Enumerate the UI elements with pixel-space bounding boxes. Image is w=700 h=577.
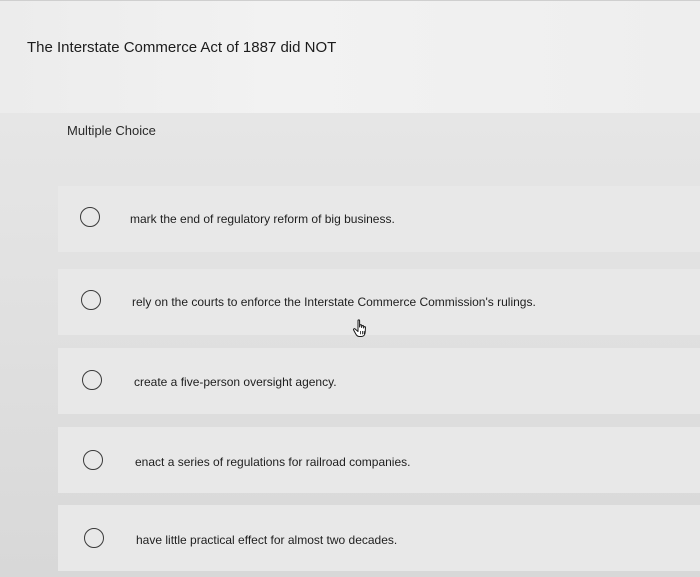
answer-option-label: rely on the courts to enforce the Inters… (132, 295, 536, 309)
radio-button[interactable] (83, 450, 103, 470)
quiz-page: The Interstate Commerce Act of 1887 did … (0, 0, 700, 577)
answer-option[interactable]: mark the end of regulatory reform of big… (58, 186, 700, 252)
radio-button[interactable] (84, 528, 104, 548)
answer-option[interactable]: create a five-person oversight agency. (58, 348, 700, 414)
answer-option[interactable]: enact a series of regulations for railro… (58, 427, 700, 493)
hand-pointer-icon (352, 319, 366, 337)
answer-option-label: create a five-person oversight agency. (134, 375, 337, 389)
question-text: The Interstate Commerce Act of 1887 did … (27, 39, 337, 56)
answer-option-label: enact a series of regulations for railro… (135, 455, 411, 469)
radio-button[interactable] (80, 207, 100, 227)
answer-option-label: mark the end of regulatory reform of big… (130, 212, 395, 226)
answer-option[interactable]: have little practical effect for almost … (58, 505, 700, 571)
question-type-label: Multiple Choice (67, 123, 156, 138)
radio-button[interactable] (82, 370, 102, 390)
answer-option[interactable]: rely on the courts to enforce the Inters… (58, 269, 700, 335)
question-header: The Interstate Commerce Act of 1887 did … (0, 0, 700, 113)
answer-option-label: have little practical effect for almost … (136, 533, 398, 547)
radio-button[interactable] (81, 290, 101, 310)
